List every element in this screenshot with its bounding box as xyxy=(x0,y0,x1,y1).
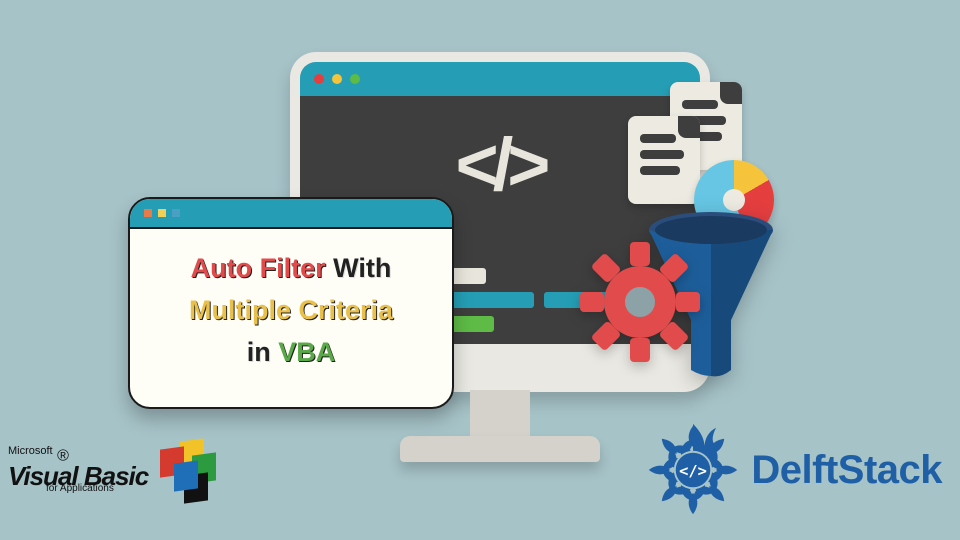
monitor-stand xyxy=(400,436,600,462)
window-control-icon xyxy=(158,209,166,217)
window-control-icon xyxy=(144,209,152,217)
title-with: With xyxy=(333,253,391,283)
cubes-icon xyxy=(154,438,220,502)
title-text: Auto Filter With Multiple Criteria in VB… xyxy=(130,229,452,391)
delftstack-label: DelftStack xyxy=(751,448,942,493)
title-in: in xyxy=(247,337,271,367)
title-card: Auto Filter With Multiple Criteria in VB… xyxy=(128,197,454,409)
traffic-light-green-icon xyxy=(350,74,360,84)
card-titlebar xyxy=(130,199,452,229)
visual-basic-logo-text: Microsoft ® Visual Basic for Application… xyxy=(8,446,148,494)
monitor-neck xyxy=(470,390,530,442)
window-control-icon xyxy=(172,209,180,217)
traffic-light-red-icon xyxy=(314,74,324,84)
code-brackets-icon: </> xyxy=(456,122,545,207)
document-front-icon xyxy=(628,116,700,204)
title-multiple-criteria: Multiple Criteria xyxy=(189,295,393,325)
title-vba: VBA xyxy=(278,337,335,367)
gear-icon xyxy=(580,242,700,362)
visual-basic-logo: Microsoft ® Visual Basic for Application… xyxy=(8,438,220,502)
traffic-light-yellow-icon xyxy=(332,74,342,84)
microsoft-label: Microsoft xyxy=(8,445,53,457)
delftstack-logo: </> DelftStack xyxy=(645,422,942,518)
delftstack-badge-icon: </> xyxy=(645,422,741,518)
svg-text:</>: </> xyxy=(680,462,708,480)
title-auto-filter: Auto Filter xyxy=(191,253,326,283)
monitor-titlebar xyxy=(300,62,700,96)
